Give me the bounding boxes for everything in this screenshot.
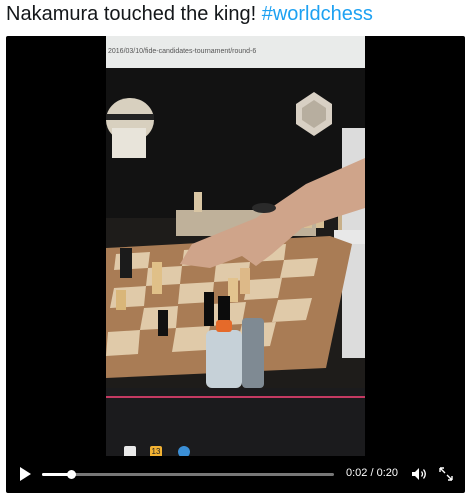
calendar-icon-label: 13 <box>151 447 161 456</box>
video-url-bar: 2016/03/10/fide-candidates-tournament/ro… <box>106 36 365 68</box>
progress-bar[interactable] <box>42 470 334 479</box>
video-divider-line <box>106 396 365 398</box>
fullscreen-icon[interactable] <box>439 467 453 481</box>
video-player[interactable]: 2016/03/10/fide-candidates-tournament/ro… <box>6 36 465 493</box>
progress-thumb[interactable] <box>67 470 77 479</box>
tweet-text-body: Nakamura touched the king! <box>6 3 262 25</box>
play-icon[interactable] <box>20 467 31 481</box>
tweet-text: Nakamura touched the king! #worldchess <box>6 1 373 27</box>
hashtag-link[interactable]: #worldchess <box>262 3 373 25</box>
video-taskbar: 13 <box>106 388 365 456</box>
time-display: 0:02 / 0:20 <box>346 467 398 479</box>
time-separator: / <box>367 467 377 479</box>
current-time: 0:02 <box>346 467 368 479</box>
video-url-text: 2016/03/10/fide-candidates-tournament/ro… <box>108 48 257 55</box>
total-time: 0:20 <box>376 467 399 479</box>
player-controls: 0:02 / 0:20 <box>6 457 465 493</box>
chess-scene-image <box>106 68 365 388</box>
volume-icon[interactable] <box>411 467 427 481</box>
video-frame[interactable]: 2016/03/10/fide-candidates-tournament/ro… <box>106 36 365 456</box>
document-icon <box>124 446 136 456</box>
browser-icon <box>178 446 190 456</box>
calendar-icon: 13 <box>150 446 162 456</box>
